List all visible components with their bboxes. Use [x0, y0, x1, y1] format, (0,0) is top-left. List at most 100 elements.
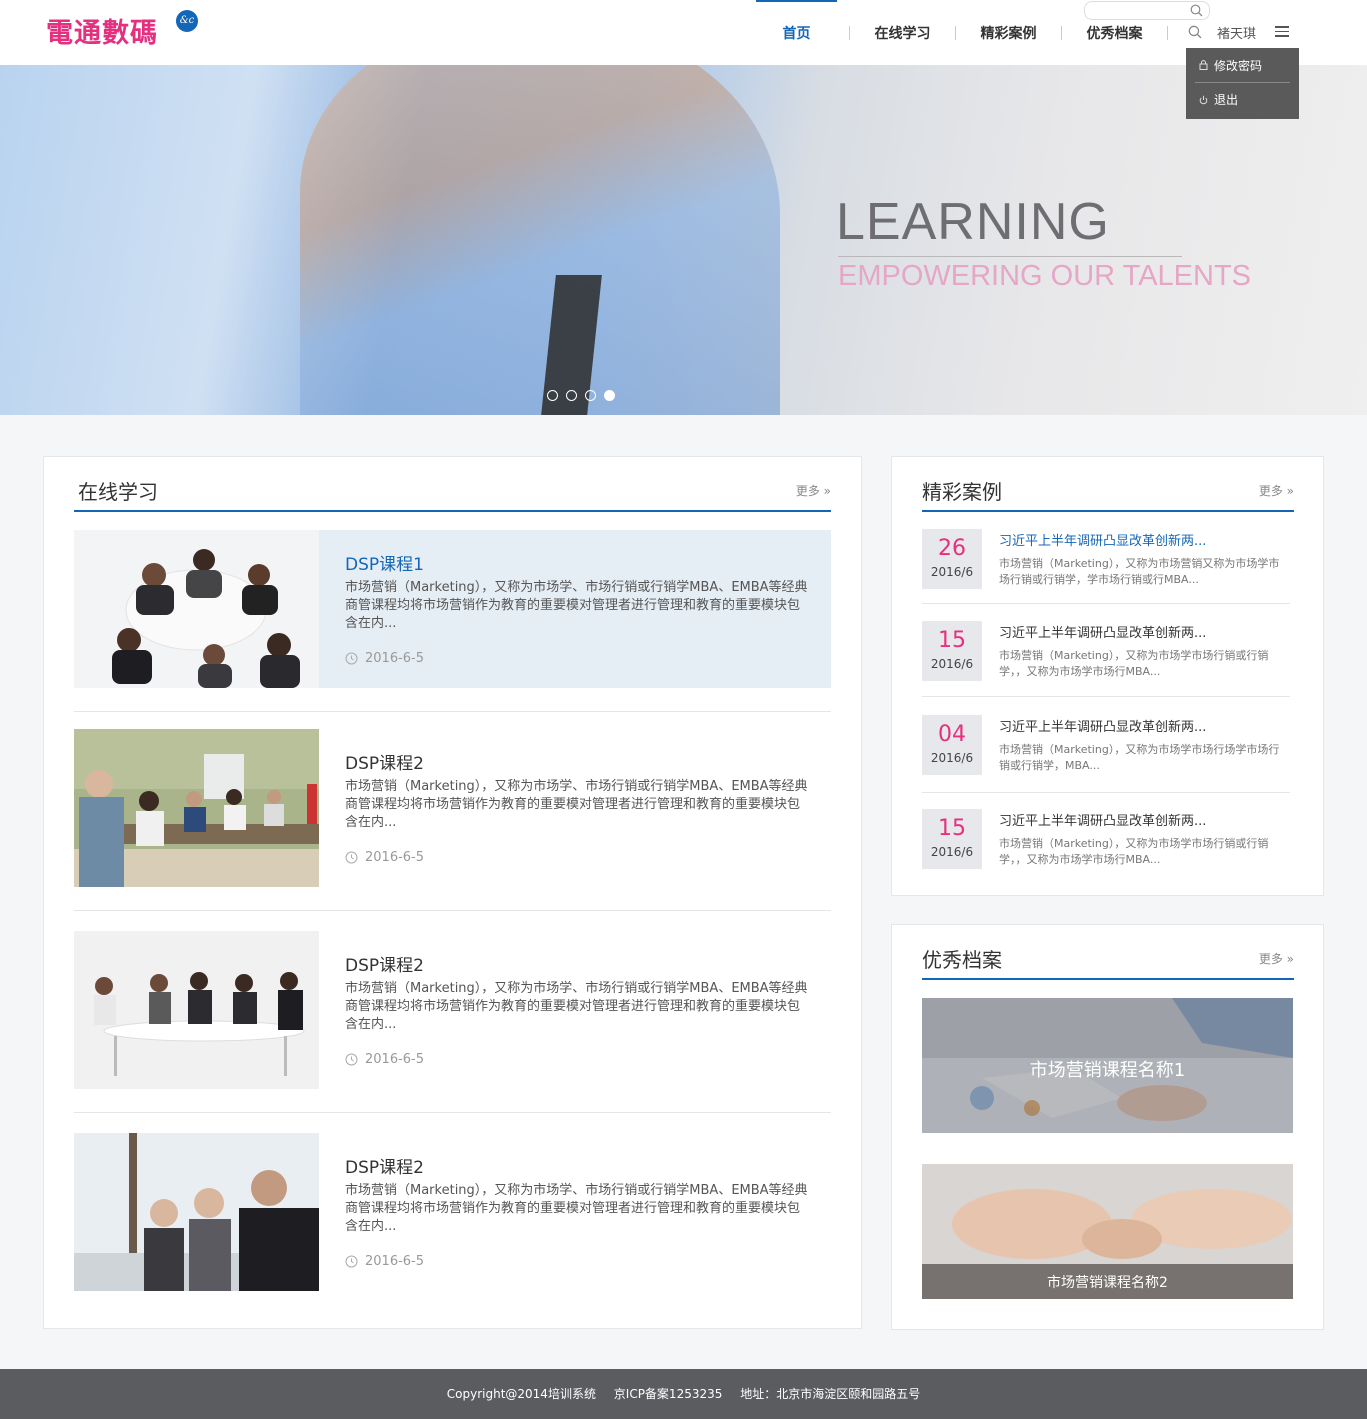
- archive-title: 市场营销课程名称2: [1047, 1275, 1168, 1291]
- carousel-dot[interactable]: [585, 390, 596, 401]
- divider: [922, 603, 1290, 604]
- case-description: 市场营销（Marketing），又称为市场学市场行场学市场行销或行销学，MBA.…: [999, 743, 1280, 772]
- nav-separator: [1167, 25, 1168, 40]
- online-learning-panel: 在线学习 更多 » DSP课程1 市场营销（Marketing），又称为市场学、…: [43, 456, 862, 1329]
- clock-icon: [345, 1053, 358, 1066]
- logo-badge: &c: [176, 10, 198, 32]
- case-month: 2016/6: [930, 845, 974, 859]
- course-title[interactable]: DSP课程2: [345, 749, 424, 774]
- course-image[interactable]: [74, 530, 319, 688]
- case-month: 2016/6: [930, 751, 974, 765]
- case-month: 2016/6: [930, 565, 974, 579]
- banner-divider: [838, 256, 1182, 257]
- case-item[interactable]: 04 2016/6 习近平上半年调研凸显改革创新两... 市场营销（Market…: [922, 715, 1290, 777]
- case-description: 市场营销（Marketing），又称为市场学市场行销或行销学，，又称为市场学市场…: [999, 649, 1269, 678]
- copyright: Copyright@2014培训系统: [446, 1387, 596, 1401]
- panel-header: 优秀档案 更多 »: [922, 925, 1294, 980]
- carousel-dots: [547, 390, 623, 401]
- footer: Copyright@2014培训系统 京ICP备案1253235 地址：北京市海…: [0, 1369, 1367, 1419]
- panel-header: 在线学习 更多 »: [74, 457, 831, 512]
- divider: [74, 711, 831, 712]
- course-image[interactable]: [74, 1133, 319, 1291]
- course-date: 2016-6-5: [345, 1052, 424, 1067]
- case-title[interactable]: 习近平上半年调研凸显改革创新两...: [999, 530, 1206, 549]
- carousel-dot[interactable]: [547, 390, 558, 401]
- lock-icon: [1199, 60, 1208, 70]
- course-date-text: 2016-6-5: [365, 651, 425, 666]
- divider: [74, 910, 831, 911]
- course-item[interactable]: DSP课程1 市场营销（Marketing），又称为市场学、市场行销或行销学MB…: [74, 530, 831, 688]
- hero-banner[interactable]: LEARNING EMPOWERING OUR TALENTS: [0, 65, 1367, 415]
- nav-cases[interactable]: 精彩案例: [956, 0, 1061, 65]
- case-title[interactable]: 习近平上半年调研凸显改革创新两...: [999, 716, 1206, 735]
- clock-icon: [345, 652, 358, 665]
- logo-text: 電通數碼: [46, 18, 158, 49]
- divider: [922, 792, 1290, 793]
- more-link[interactable]: 更多 »: [1259, 950, 1294, 967]
- nav-home[interactable]: 首页: [744, 0, 849, 65]
- logo[interactable]: 電通數碼 &c: [46, 10, 198, 54]
- archive-item[interactable]: 市场营销课程名称1: [922, 998, 1293, 1133]
- case-item[interactable]: 26 2016/6 习近平上半年调研凸显改革创新两... 市场营销（Market…: [922, 529, 1290, 591]
- username[interactable]: 褚天琪: [1217, 23, 1256, 42]
- course-description: 市场营销（Marketing），又称为市场学、市场行销或行销学MBA、EMBA等…: [345, 779, 808, 830]
- clock-icon: [345, 851, 358, 864]
- course-image[interactable]: [74, 729, 319, 887]
- panel-title: 优秀档案: [922, 948, 1002, 972]
- divider: [74, 1112, 831, 1113]
- power-icon: [1199, 95, 1208, 104]
- panel-header: 精彩案例 更多 »: [922, 457, 1294, 512]
- course-date: 2016-6-5: [345, 850, 424, 865]
- archive-title: 市场营销课程名称1: [1029, 1060, 1186, 1081]
- address: 地址：北京市海淀区颐和园路五号: [740, 1387, 921, 1401]
- divider: [922, 696, 1290, 697]
- change-password-item[interactable]: 修改密码: [1195, 48, 1290, 82]
- more-link[interactable]: 更多 »: [1259, 482, 1294, 499]
- course-item[interactable]: DSP课程2 市场营销（Marketing），又称为市场学、市场行销或行销学MB…: [74, 931, 831, 1089]
- case-day: 15: [938, 628, 966, 653]
- case-date: 04 2016/6: [922, 715, 982, 775]
- search-icon[interactable]: [1190, 4, 1203, 17]
- course-title[interactable]: DSP课程2: [345, 1153, 424, 1178]
- case-item[interactable]: 15 2016/6 习近平上半年调研凸显改革创新两... 市场营销（Market…: [922, 621, 1290, 683]
- carousel-dot[interactable]: [566, 390, 577, 401]
- course-date-text: 2016-6-5: [365, 850, 425, 865]
- case-day: 15: [938, 816, 966, 841]
- course-description: 市场营销（Marketing），又称为市场学、市场行销或行销学MBA、EMBA等…: [345, 580, 808, 631]
- course-item[interactable]: DSP课程2 市场营销（Marketing），又称为市场学、市场行销或行销学MB…: [74, 729, 831, 887]
- case-date: 15 2016/6: [922, 809, 982, 869]
- carousel-dot-active[interactable]: [604, 390, 615, 401]
- cases-panel: 精彩案例 更多 » 26 2016/6 习近平上半年调研凸显改革创新两... 市…: [891, 456, 1324, 896]
- menu-icon[interactable]: [1275, 26, 1289, 38]
- search-icon[interactable]: [1188, 25, 1202, 39]
- course-description: 市场营销（Marketing），又称为市场学、市场行销或行销学MBA、EMBA等…: [345, 1183, 808, 1234]
- course-title[interactable]: DSP课程2: [345, 951, 424, 976]
- case-description: 市场营销（Marketing），又称为市场学市场行销或行销学，，又称为市场学市场…: [999, 837, 1269, 866]
- course-image[interactable]: [74, 931, 319, 1089]
- top-header: 電通數碼 &c 首页 在线学习 精彩案例 优秀档案 褚天琪: [0, 0, 1367, 65]
- case-description: 市场营销（Marketing），又称为市场营销又称为市场学市场行销或行销学，学市…: [999, 557, 1280, 586]
- logout-label: 退出: [1214, 93, 1239, 107]
- nav-online-learning[interactable]: 在线学习: [850, 0, 955, 65]
- case-title[interactable]: 习近平上半年调研凸显改革创新两...: [999, 810, 1206, 829]
- case-item[interactable]: 15 2016/6 习近平上半年调研凸显改革创新两... 市场营销（Market…: [922, 809, 1290, 871]
- banner-photo: [300, 65, 780, 415]
- course-date-text: 2016-6-5: [365, 1254, 425, 1269]
- search-input[interactable]: [1085, 5, 1185, 23]
- archive-item[interactable]: 市场营销课程名称2: [922, 1164, 1293, 1299]
- course-item[interactable]: DSP课程2 市场营销（Marketing），又称为市场学、市场行销或行销学MB…: [74, 1133, 831, 1291]
- banner-subtitle: EMPOWERING OUR TALENTS: [838, 260, 1252, 292]
- case-title[interactable]: 习近平上半年调研凸显改革创新两...: [999, 622, 1206, 641]
- course-title[interactable]: DSP课程1: [345, 550, 424, 575]
- more-link[interactable]: 更多 »: [796, 482, 831, 499]
- course-date-text: 2016-6-5: [365, 1052, 425, 1067]
- case-month: 2016/6: [930, 657, 974, 671]
- archives-panel: 优秀档案 更多 » 市场营销课程名称1 市场营销课程名称2: [891, 924, 1324, 1330]
- case-day: 04: [938, 722, 966, 747]
- case-date: 15 2016/6: [922, 621, 982, 681]
- panel-title: 精彩案例: [922, 480, 1002, 504]
- course-date: 2016-6-5: [345, 1254, 424, 1269]
- case-day: 26: [938, 536, 966, 561]
- search-box: [1084, 1, 1210, 23]
- logout-item[interactable]: 退出: [1195, 82, 1290, 116]
